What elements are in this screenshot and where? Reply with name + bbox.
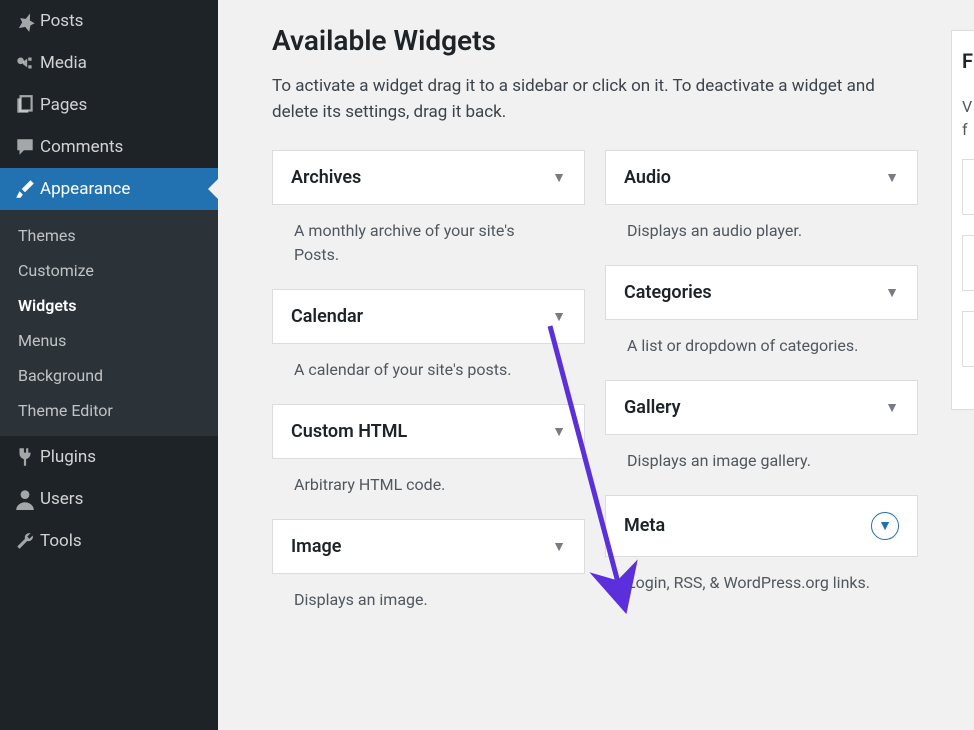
- sidebar-item-label: Tools: [40, 531, 82, 551]
- widget-calendar[interactable]: Calendar ▼: [272, 289, 585, 344]
- widget-gallery[interactable]: Gallery ▼: [605, 380, 918, 435]
- sidebar-item-comments[interactable]: Comments: [0, 126, 218, 168]
- sidebar-item-appearance[interactable]: Appearance: [0, 168, 218, 210]
- page-description: To activate a widget drag it to a sideba…: [272, 73, 918, 126]
- sidebar-item-tools[interactable]: Tools: [0, 520, 218, 562]
- widget-meta[interactable]: Meta ▼: [605, 495, 918, 557]
- sidebar-item-label: Users: [40, 489, 83, 509]
- sidebar-item-media[interactable]: Media: [0, 42, 218, 84]
- submenu-item-background[interactable]: Background: [0, 358, 218, 393]
- chevron-down-icon: ▼: [552, 538, 566, 555]
- available-widgets-grid: Archives ▼ A monthly archive of your sit…: [272, 150, 918, 634]
- widget-description: Displays an image gallery.: [605, 435, 918, 495]
- chevron-down-icon: ▼: [871, 512, 899, 540]
- widget-description: Login, RSS, & WordPress.org links.: [605, 557, 918, 617]
- sidebar-item-label: Media: [40, 53, 87, 73]
- sidebar-area-widget-slot[interactable]: [962, 159, 974, 215]
- sidebar-area-widget-slot[interactable]: [962, 311, 974, 367]
- sidebar-item-users[interactable]: Users: [0, 478, 218, 520]
- widget-title: Image: [291, 536, 341, 557]
- sidebar-item-label: Plugins: [40, 447, 96, 467]
- widget-categories[interactable]: Categories ▼: [605, 265, 918, 320]
- widget-title: Gallery: [624, 397, 681, 418]
- chevron-down-icon: ▼: [885, 169, 899, 186]
- sidebar-item-label: Posts: [40, 11, 83, 31]
- widget-title: Audio: [624, 167, 671, 188]
- widget-description: Arbitrary HTML code.: [272, 459, 585, 519]
- chevron-down-icon: ▼: [552, 423, 566, 440]
- submenu-item-widgets[interactable]: Widgets: [0, 288, 218, 323]
- widget-description: A monthly archive of your site's Posts.: [272, 205, 585, 289]
- sidebar-area-title-fragment: F: [962, 49, 974, 73]
- widget-title: Custom HTML: [291, 421, 407, 442]
- plug-icon: [10, 446, 40, 468]
- submenu-item-themes[interactable]: Themes: [0, 218, 218, 253]
- submenu-item-theme-editor[interactable]: Theme Editor: [0, 393, 218, 428]
- widget-description: A list or dropdown of categories.: [605, 320, 918, 380]
- widget-title: Calendar: [291, 306, 363, 327]
- widgets-main-content: Available Widgets To activate a widget d…: [240, 0, 950, 674]
- page-title: Available Widgets: [272, 24, 918, 57]
- pages-icon: [10, 94, 40, 116]
- brush-icon: [10, 178, 40, 200]
- chevron-down-icon: ▼: [885, 399, 899, 416]
- widget-archives[interactable]: Archives ▼: [272, 150, 585, 205]
- widget-description: Displays an image.: [272, 574, 585, 634]
- sidebar-item-plugins[interactable]: Plugins: [0, 436, 218, 478]
- widget-custom-html[interactable]: Custom HTML ▼: [272, 404, 585, 459]
- submenu-item-menus[interactable]: Menus: [0, 323, 218, 358]
- chevron-down-icon: ▼: [552, 169, 566, 186]
- sidebar-area-desc-fragment: V: [962, 97, 974, 116]
- sidebar-item-label: Appearance: [40, 179, 130, 199]
- pushpin-icon: [10, 10, 40, 32]
- widget-title: Categories: [624, 282, 712, 303]
- comment-icon: [10, 136, 40, 158]
- widget-title: Archives: [291, 167, 361, 188]
- media-icon: [10, 52, 40, 74]
- chevron-down-icon: ▼: [885, 284, 899, 301]
- chevron-down-icon: ▼: [552, 308, 566, 325]
- widget-description: A calendar of your site's posts.: [272, 344, 585, 404]
- admin-sidebar: Posts Media Pages Comments Appearance Th…: [0, 0, 218, 730]
- user-icon: [10, 488, 40, 510]
- sidebar-area-panel[interactable]: F V f: [951, 30, 974, 410]
- appearance-submenu: Themes Customize Widgets Menus Backgroun…: [0, 210, 218, 436]
- submenu-item-customize[interactable]: Customize: [0, 253, 218, 288]
- sidebar-area-desc-fragment: f: [962, 120, 974, 139]
- widget-image[interactable]: Image ▼: [272, 519, 585, 574]
- widget-title: Meta: [624, 515, 665, 536]
- sidebar-item-pages[interactable]: Pages: [0, 84, 218, 126]
- widget-description: Displays an audio player.: [605, 205, 918, 265]
- widget-audio[interactable]: Audio ▼: [605, 150, 918, 205]
- sidebar-area-widget-slot[interactable]: [962, 235, 974, 291]
- sidebar-item-posts[interactable]: Posts: [0, 0, 218, 42]
- sidebar-item-label: Pages: [40, 95, 87, 115]
- wrench-icon: [10, 530, 40, 552]
- sidebar-item-label: Comments: [40, 137, 123, 157]
